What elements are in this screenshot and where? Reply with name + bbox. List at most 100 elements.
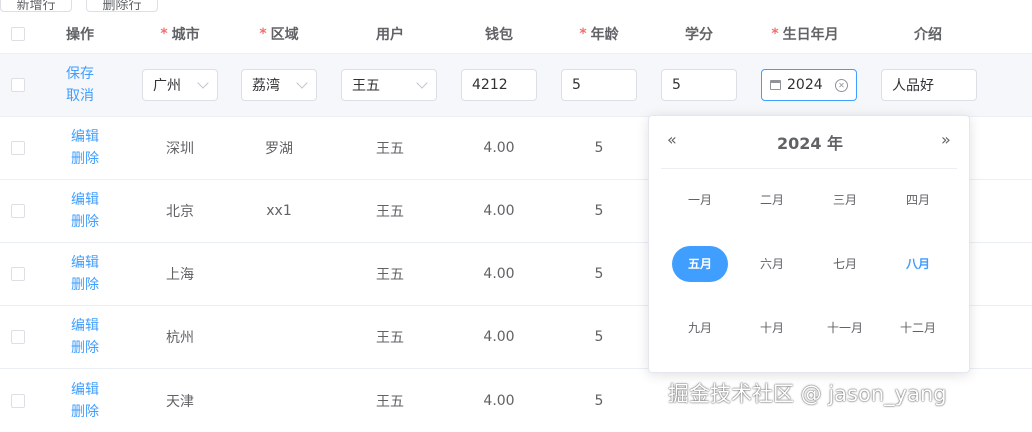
credit-input[interactable]: 5: [661, 69, 737, 101]
cell-user: 王五: [376, 330, 404, 346]
header-wallet: 钱包: [485, 26, 513, 43]
row-select[interactable]: [0, 369, 36, 432]
row-select[interactable]: [0, 180, 36, 242]
delete-link[interactable]: 删除: [71, 213, 99, 231]
cell-city: 深圳: [166, 141, 194, 157]
checkbox[interactable]: [11, 393, 25, 408]
delete-link[interactable]: 删除: [71, 339, 99, 357]
chevron-down-icon: [197, 77, 209, 89]
month-apr[interactable]: 四月: [890, 182, 946, 218]
wallet-input[interactable]: 4212: [461, 69, 537, 101]
cell-age: 5: [594, 329, 604, 345]
cell-user: 王五: [376, 204, 404, 220]
city-select-value: 广州: [153, 78, 181, 94]
header-district-label: 区域: [270, 26, 299, 43]
row-select[interactable]: [0, 54, 36, 116]
cell-city: 杭州: [166, 330, 194, 346]
cell-district: 罗湖: [265, 141, 293, 157]
picker-year-title[interactable]: 2024 年: [649, 130, 971, 154]
month-jun[interactable]: 六月: [744, 246, 800, 282]
birth-cell: 2024 ✕: [761, 54, 857, 116]
month-sep[interactable]: 九月: [672, 310, 728, 346]
edit-link[interactable]: 编辑: [71, 191, 99, 209]
cell-wallet: 4.00: [483, 203, 515, 219]
month-dec[interactable]: 十二月: [890, 310, 946, 346]
month-aug[interactable]: 八月: [890, 246, 946, 282]
district-select[interactable]: 荔湾: [241, 69, 317, 101]
age-input[interactable]: 5: [561, 69, 637, 101]
month-jan[interactable]: 一月: [672, 182, 728, 218]
row-select[interactable]: [0, 117, 36, 179]
table-header: 操作 * 城市 * 区域 用户 钱包 * 年龄 学分 * 生日年月 介绍: [0, 14, 1032, 54]
cell-user: 王五: [376, 393, 404, 410]
edit-link[interactable]: 编辑: [71, 381, 99, 399]
user-select-value: 王五: [352, 78, 380, 94]
edit-link[interactable]: 编辑: [71, 317, 99, 335]
required-mark: *: [259, 25, 267, 42]
checkbox[interactable]: [11, 267, 25, 281]
table-row-editing: 保存 取消 广州 荔湾 王五 4212 5 5 2024 ✕ 人品好: [0, 54, 1032, 117]
checkbox[interactable]: [11, 78, 25, 92]
city-select[interactable]: 广州: [142, 69, 218, 101]
add-row-button[interactable]: 新增行: [0, 0, 72, 12]
intro-cell: 人品好: [881, 54, 977, 116]
month-jul[interactable]: 七月: [817, 246, 873, 282]
month-feb[interactable]: 二月: [744, 182, 800, 218]
cell-age: 5: [594, 266, 604, 282]
cell-district: xx1: [266, 203, 292, 219]
chevron-down-icon: [296, 77, 308, 89]
picker-divider: [661, 168, 957, 169]
checkbox[interactable]: [11, 204, 25, 218]
header-select-all[interactable]: [0, 14, 36, 53]
required-mark: *: [160, 25, 168, 42]
user-select[interactable]: 王五: [341, 69, 437, 101]
birth-date-value: 2024: [787, 77, 823, 93]
required-mark: *: [771, 25, 779, 42]
row-actions: 编辑 删除: [40, 180, 130, 242]
next-year-icon[interactable]: »: [941, 130, 951, 149]
header-city: * 城市: [130, 14, 230, 53]
chevron-down-icon: [416, 77, 428, 89]
month-may[interactable]: 五月: [672, 246, 728, 282]
delete-link[interactable]: 删除: [71, 150, 99, 168]
district-select-value: 荔湾: [252, 78, 280, 94]
edit-link[interactable]: 编辑: [71, 254, 99, 272]
header-city-label: 城市: [171, 26, 200, 43]
clear-icon[interactable]: ✕: [835, 78, 848, 92]
row-select[interactable]: [0, 243, 36, 305]
cell-age: 5: [594, 392, 604, 409]
cell-age: 5: [594, 203, 604, 219]
checkbox[interactable]: [11, 330, 25, 344]
cell-city: 天津: [166, 393, 194, 410]
intro-input[interactable]: 人品好: [881, 69, 977, 101]
row-select[interactable]: [0, 306, 36, 368]
cell-age: 5: [594, 140, 604, 156]
save-link[interactable]: 保存: [66, 65, 94, 83]
month-nov[interactable]: 十一月: [817, 310, 873, 346]
cell-district: [229, 243, 329, 305]
checkbox[interactable]: [11, 141, 25, 155]
cell-wallet: 4.00: [483, 140, 515, 156]
row-actions: 编辑 删除: [40, 243, 130, 305]
header-district: * 区域: [229, 14, 329, 53]
delete-link[interactable]: 删除: [71, 276, 99, 294]
cancel-link[interactable]: 取消: [66, 87, 94, 105]
cell-district: [229, 369, 329, 432]
month-oct[interactable]: 十月: [744, 310, 800, 346]
row-actions: 编辑 删除: [40, 306, 130, 368]
checkbox[interactable]: [11, 26, 25, 41]
cell-user: 王五: [376, 267, 404, 283]
watermark: 掘金技术社区 @ jason_yang: [668, 382, 947, 406]
header-action: 操作: [66, 26, 94, 43]
delete-row-button[interactable]: 删除行: [86, 0, 158, 12]
birth-date-input[interactable]: 2024 ✕: [761, 69, 857, 101]
header-age-label: 年龄: [590, 26, 619, 43]
cell-wallet: 4.00: [483, 392, 515, 409]
delete-link[interactable]: 删除: [71, 403, 99, 421]
row-actions: 保存 取消: [40, 54, 120, 116]
month-mar[interactable]: 三月: [817, 182, 873, 218]
required-mark: *: [579, 25, 587, 42]
header-birth-label: 生日年月: [782, 26, 839, 43]
header-user: 用户: [376, 26, 404, 43]
edit-link[interactable]: 编辑: [71, 128, 99, 146]
